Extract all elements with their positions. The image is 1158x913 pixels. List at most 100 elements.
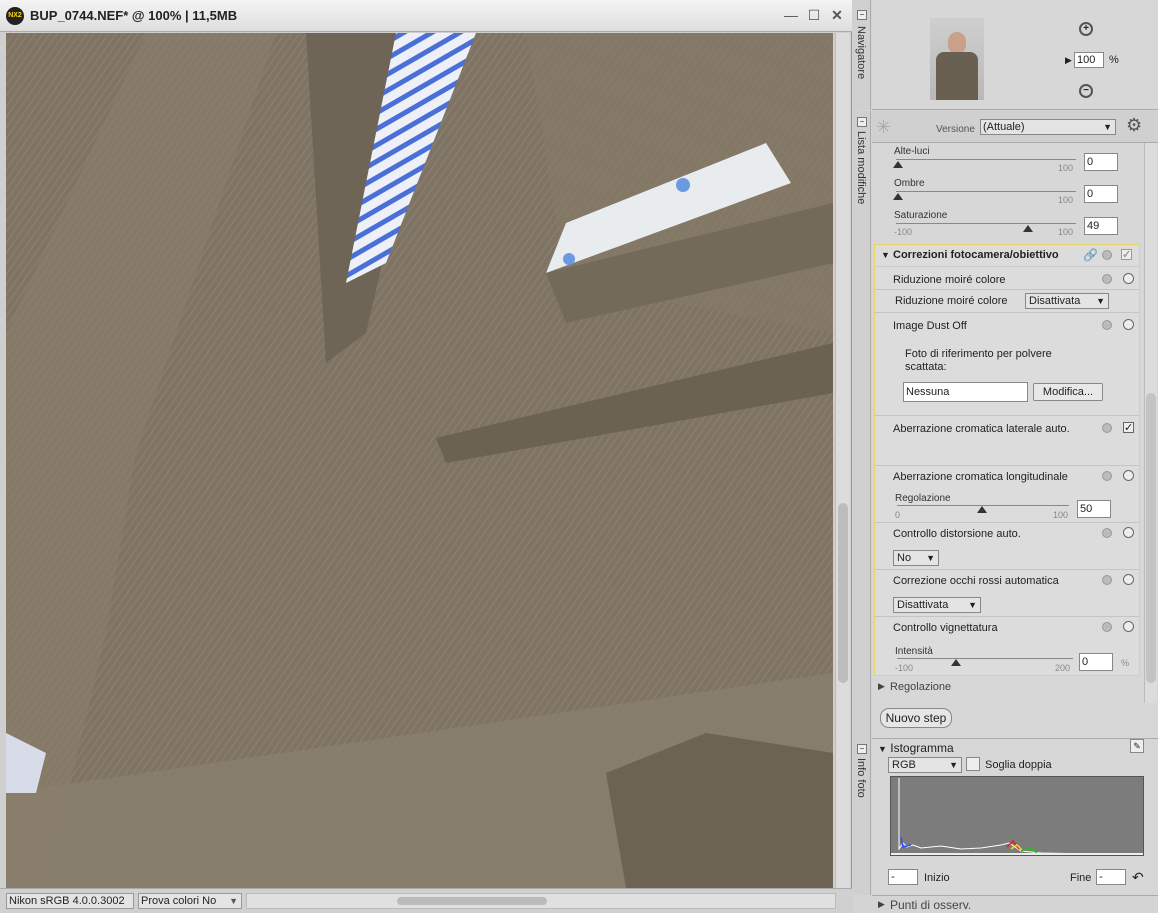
end-input[interactable]: -	[1096, 869, 1126, 885]
navigator-thumbnail[interactable]	[930, 18, 984, 100]
expand-triangle-icon: ▼	[881, 250, 890, 260]
maximize-button[interactable]: ☐	[805, 6, 823, 24]
intensity-unit: %	[1121, 658, 1130, 668]
watch-points-section[interactable]: ▶ Punti di osserv.	[872, 895, 1158, 913]
reset-icon[interactable]	[1102, 250, 1112, 260]
chevron-down-icon: ▼	[229, 896, 238, 906]
reset-undo-icon[interactable]: ↶	[1132, 869, 1144, 886]
chevron-down-icon: ▼	[949, 760, 958, 770]
title-bar[interactable]: NX2 BUP_0744.NEF* @ 100% | 11,5MB — ☐ ✕	[0, 0, 852, 32]
zoom-in-icon[interactable]: +	[1079, 22, 1093, 36]
image-vertical-scrollbar[interactable]	[835, 33, 850, 888]
image-horizontal-scrollbar[interactable]	[246, 893, 836, 909]
group-header[interactable]: ▼ Correzioni fotocamera/obiettivo 🔗 ✓	[875, 245, 1139, 267]
double-threshold-checkbox[interactable]	[966, 757, 980, 771]
distortion-section: Controllo distorsione auto. No ▼	[875, 523, 1139, 570]
new-step-button[interactable]: Nuovo step	[880, 708, 952, 728]
collapse-icon[interactable]: −	[857, 117, 867, 127]
status-bar: Nikon sRGB 4.0.0.3002 Prova colori No ▼	[0, 888, 852, 913]
moire-option-label: Riduzione moiré colore	[895, 295, 1008, 307]
histogram-header[interactable]: ▼ Istogramma	[878, 741, 954, 755]
group-title: Correzioni fotocamera/obiettivo	[893, 249, 1059, 261]
reset-icon[interactable]	[1102, 528, 1112, 538]
moire-toggle[interactable]	[1123, 273, 1134, 284]
side-panel: − Navigatore + ▶ 100 % − − Lista modific…	[853, 0, 1158, 913]
end-label: Fine	[1070, 872, 1092, 884]
moire-dropdown[interactable]: Disattivata ▼	[1025, 293, 1109, 309]
dust-off-toggle[interactable]	[1123, 319, 1134, 330]
zoom-input[interactable]: 100	[1074, 52, 1104, 68]
shadows-input[interactable]: 0	[1084, 185, 1118, 203]
regolazione-label: Regolazione	[890, 681, 952, 693]
minimize-button[interactable]: —	[782, 6, 800, 24]
lateral-ca-checkbox[interactable]: ✓	[1123, 422, 1134, 434]
edit-list-panel: ✳ Versione (Attuale) ▼ ⚙ Alte-luci 100 0 …	[872, 111, 1158, 738]
shadows-slider[interactable]	[893, 193, 903, 200]
close-button[interactable]: ✕	[828, 6, 846, 24]
highlights-input[interactable]: 0	[1084, 153, 1118, 171]
lateral-ca-title: Aberrazione cromatica laterale auto.	[893, 423, 1070, 435]
highlights-track	[896, 159, 1076, 160]
histogram-graph[interactable]	[890, 776, 1144, 856]
moire-option-row: Riduzione moiré colore Disattivata ▼	[875, 290, 1139, 313]
distortion-toggle[interactable]	[1123, 527, 1134, 538]
reset-icon[interactable]	[1102, 274, 1112, 284]
intensity-track	[897, 658, 1073, 659]
adjustment-max: 100	[1053, 510, 1069, 520]
vignette-toggle[interactable]	[1123, 621, 1134, 632]
adjustment-slider[interactable]	[977, 506, 987, 513]
redeye-value: Disattivata	[897, 599, 949, 611]
longitudinal-ca-toggle[interactable]	[1123, 470, 1134, 481]
reset-icon[interactable]	[1102, 471, 1112, 481]
moire-title: Riduzione moiré colore	[893, 274, 1006, 286]
reset-icon[interactable]	[1102, 423, 1112, 433]
saturation-input[interactable]: 49	[1084, 217, 1118, 235]
expand-triangle-icon: ▶	[878, 681, 885, 691]
redeye-dropdown[interactable]: Disattivata ▼	[893, 597, 981, 613]
highlights-max: 100	[1058, 163, 1074, 173]
longitudinal-ca-title: Aberrazione cromatica longitudinale	[893, 471, 1068, 483]
edit-list-scrollbar[interactable]	[1144, 143, 1157, 703]
version-dropdown[interactable]: (Attuale) ▼	[980, 119, 1116, 135]
chevron-down-icon: ▼	[926, 553, 935, 563]
channel-dropdown[interactable]: RGB ▼	[888, 757, 962, 773]
regolazione-section[interactable]: ▶ Regolazione	[872, 676, 1158, 698]
collapse-icon[interactable]: −	[857, 744, 867, 754]
saturation-track	[896, 223, 1076, 224]
histogram-settings-icon[interactable]: ✎	[1130, 739, 1144, 753]
camera-lens-corrections-group: ▼ Correzioni fotocamera/obiettivo 🔗 ✓ Ri…	[874, 244, 1140, 676]
gear-icon[interactable]: ⚙	[1126, 115, 1142, 136]
expand-triangle-icon: ▼	[878, 744, 887, 754]
photo-info-tab[interactable]: − Info foto	[853, 738, 871, 895]
reset-icon[interactable]	[1102, 622, 1112, 632]
reset-icon[interactable]	[1102, 320, 1112, 330]
start-label: Inizio	[924, 872, 950, 884]
watch-points-label: Punti di osserv.	[890, 898, 972, 912]
intensity-slider[interactable]	[951, 659, 961, 666]
modify-button[interactable]: Modifica...	[1033, 383, 1103, 401]
vignette-title: Controllo vignettatura	[893, 622, 998, 634]
adjustment-label: Regolazione	[895, 493, 951, 504]
highlights-slider[interactable]	[893, 161, 903, 168]
navigator-tab[interactable]: − Navigatore	[853, 0, 871, 110]
distortion-value: No	[897, 552, 912, 564]
reset-icon[interactable]	[1102, 575, 1112, 585]
intensity-input[interactable]: 0	[1079, 653, 1113, 671]
group-enable-checkbox[interactable]: ✓	[1121, 249, 1132, 261]
photo-canvas[interactable]	[6, 33, 833, 888]
soft-proof-dropdown[interactable]: Prova colori No ▼	[138, 893, 242, 909]
adjustment-input[interactable]: 50	[1077, 500, 1111, 518]
collapse-icon[interactable]: −	[857, 10, 867, 20]
version-row: ✳ Versione (Attuale) ▼ ⚙	[872, 111, 1158, 143]
start-input[interactable]: -	[888, 869, 918, 885]
redeye-toggle[interactable]	[1123, 574, 1134, 585]
saturation-slider[interactable]	[1023, 225, 1033, 232]
zoom-out-icon[interactable]: −	[1079, 84, 1093, 98]
edit-list-tab[interactable]: − Lista modifiche	[853, 111, 871, 738]
intensity-label: Intensità	[895, 646, 933, 657]
dust-reference-field[interactable]: Nessuna	[903, 382, 1028, 402]
link-icon[interactable]: 🔗	[1083, 248, 1098, 262]
shadows-label: Ombre	[894, 178, 925, 189]
double-threshold-label: Soglia doppia	[985, 759, 1052, 771]
distortion-dropdown[interactable]: No ▼	[893, 550, 939, 566]
